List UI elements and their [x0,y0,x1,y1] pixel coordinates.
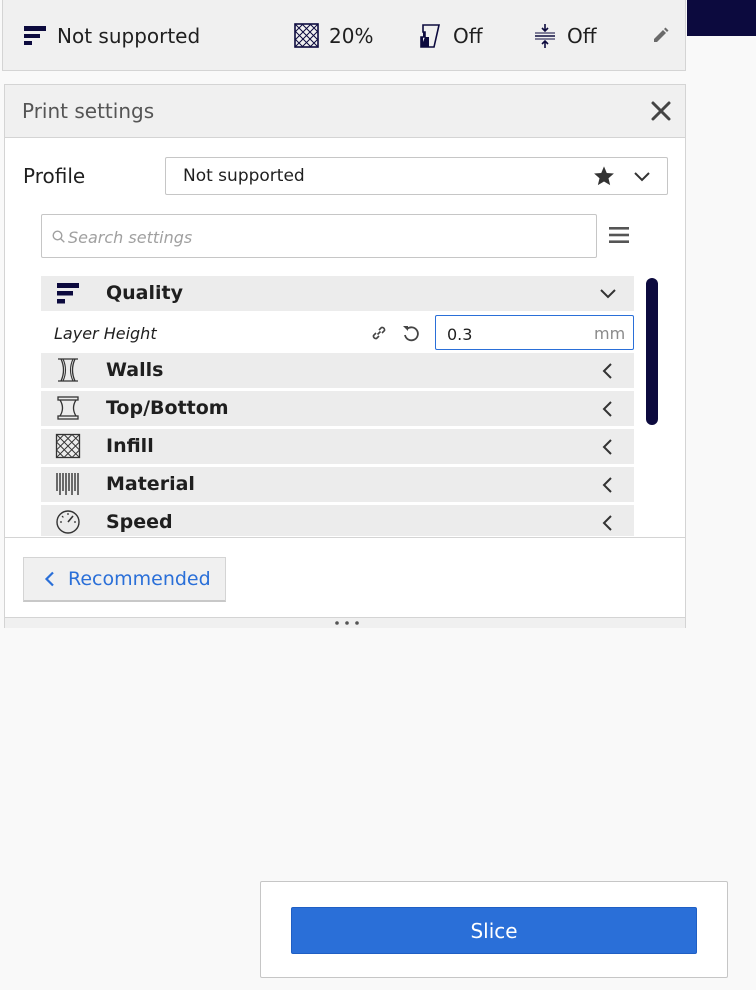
category-quality[interactable]: Quality [41,276,634,311]
search-settings-input[interactable] [66,223,590,251]
infill-icon [55,433,81,459]
pencil-icon [654,27,669,42]
category-material[interactable]: Material [41,467,634,502]
profile-label: Profile [23,164,86,188]
close-icon[interactable] [649,99,673,123]
drag-dots-icon [335,621,359,625]
layer-height-field[interactable]: mm [435,315,634,350]
chevron-left-icon [602,363,612,379]
search-settings-field[interactable] [41,214,597,258]
footer-divider [5,537,685,538]
print-settings-header: Print settings [5,85,685,138]
settings-scrollbar[interactable] [646,278,658,425]
chevron-left-icon [44,571,54,587]
profile-dropdown[interactable]: Not supported [165,157,668,195]
infill-icon [294,23,319,48]
quality-icon [24,25,46,45]
edit-settings-button[interactable] [651,0,669,71]
speed-icon [56,510,80,534]
category-infill[interactable]: Infill [41,429,634,464]
summary-support-value: Off [453,23,483,48]
setting-layer-height: Layer Height mm [41,314,634,352]
category-infill-label: Infill [106,435,154,457]
recommended-button[interactable]: Recommended [23,557,226,602]
summary-profile[interactable]: Not supported [23,0,200,71]
category-speed-label: Speed [106,511,173,533]
slice-panel: Slice [260,881,728,978]
hamburger-menu-icon[interactable] [609,226,629,244]
summary-infill[interactable]: 20% [294,0,373,71]
summary-adhesion-value: Off [567,23,597,48]
category-speed[interactable]: Speed [41,505,634,536]
summary-adhesion[interactable]: Off [533,0,597,71]
adhesion-icon [535,23,555,48]
slice-button[interactable]: Slice [291,907,697,954]
panel-title: Print settings [22,99,155,123]
category-quality-label: Quality [106,282,183,304]
category-walls-label: Walls [106,359,164,381]
summary-infill-value: 20% [329,23,374,48]
material-icon [56,473,79,495]
chevron-down-icon [600,289,616,299]
chevron-down-icon [634,172,650,182]
chevron-left-icon [602,439,612,455]
header-strip [687,0,756,36]
print-settings-panel: Print settings Profile Not supported Sea… [4,84,686,628]
search-icon [52,230,65,243]
chevron-left-icon [602,515,612,531]
link-icon[interactable] [370,324,388,342]
top-bottom-icon [57,396,79,420]
settings-list[interactable]: Quality Layer Height mm [41,276,634,536]
profile-value: Not supported [183,166,305,186]
panel-resize-handle[interactable] [5,617,685,628]
walls-icon [58,358,78,382]
quality-icon [57,283,79,304]
layer-height-input[interactable] [445,322,579,346]
category-top-bottom-label: Top/Bottom [106,397,229,419]
layer-height-unit: mm [594,324,626,343]
summary-profile-label: Not supported [57,23,201,48]
category-walls[interactable]: Walls [41,353,634,388]
print-setup-summary-bar[interactable]: Not supported 20% Off Off [2,0,686,71]
layer-height-label: Layer Height [54,324,157,343]
star-icon[interactable] [593,165,615,187]
category-top-bottom[interactable]: Top/Bottom [41,391,634,426]
chevron-left-icon [602,477,612,493]
support-icon [420,23,441,48]
category-material-label: Material [106,473,195,495]
chevron-left-icon [602,401,612,417]
reset-icon[interactable] [401,323,421,343]
summary-support[interactable]: Off [419,0,483,71]
recommended-label: Recommended [68,568,211,590]
